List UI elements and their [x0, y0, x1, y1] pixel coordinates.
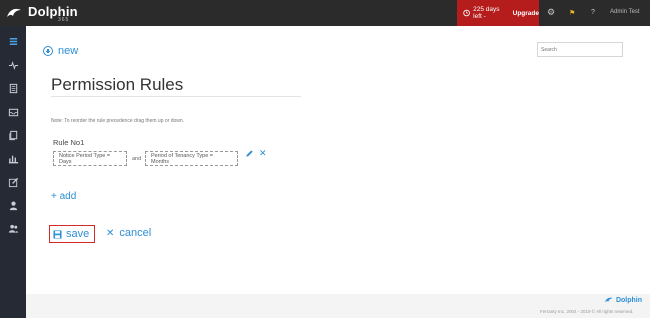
footer-logo-text: Dolphin [615, 296, 643, 304]
footer-logo: Dolphin [604, 296, 642, 304]
new-button[interactable]: new [43, 45, 78, 57]
users-icon [8, 224, 18, 233]
floppy-disk-icon [53, 229, 62, 239]
rule-condition-2[interactable]: Period of Tenancy Type = Months [145, 151, 238, 166]
sidebar-item-copy[interactable] [0, 127, 26, 143]
page-title: Permission Rules [51, 75, 184, 94]
delete-rule-icon[interactable]: ✕ [259, 149, 267, 158]
save-button[interactable]: save [49, 225, 95, 243]
rule-and-label: and [132, 156, 142, 162]
sidebar [0, 26, 26, 318]
reorder-note: Note: To reorder the rule precedence dra… [51, 118, 185, 124]
sidebar-item-reports[interactable] [0, 150, 26, 166]
footer-copyright: Ferranty Inc. 2004 - 2019 © All rights r… [540, 309, 634, 314]
sidebar-item-user[interactable] [0, 197, 26, 213]
add-rule-button[interactable]: + add [51, 191, 76, 202]
sidebar-item-activity[interactable] [0, 57, 26, 73]
save-button-label: save [66, 228, 90, 240]
logo-text: Dolphin [28, 4, 78, 19]
bar-chart-icon [8, 155, 18, 163]
pulse-icon [8, 60, 18, 70]
sidebar-item-edit[interactable] [0, 174, 26, 190]
user-icon [9, 201, 17, 210]
cancel-button[interactable]: ✕ cancel [106, 227, 151, 239]
search-input[interactable] [537, 42, 623, 57]
sidebar-item-documents[interactable] [0, 80, 26, 96]
app-logo[interactable]: Dolphin 365 [6, 3, 78, 23]
copy-icon [8, 130, 17, 140]
edit-icon [8, 177, 18, 187]
sidebar-item-inbox[interactable] [0, 104, 26, 120]
trial-banner[interactable]: 225 days left - Upgrade [457, 0, 539, 26]
flag-icon[interactable]: ⚑ [569, 9, 575, 17]
new-button-label: new [58, 45, 79, 57]
admin-user-menu[interactable]: Admin Test [610, 9, 640, 15]
clock-icon [463, 9, 470, 17]
menu-icon [9, 37, 17, 45]
logo-subtext: 365 [58, 17, 70, 23]
sidebar-item-menu[interactable] [0, 33, 26, 49]
dolphin-logo-icon [605, 297, 613, 303]
cancel-button-label: cancel [119, 227, 152, 239]
trial-text: 225 days left - [473, 6, 500, 20]
pencil-icon[interactable] [245, 149, 254, 158]
sidebar-item-users[interactable] [0, 220, 26, 236]
title-divider [51, 96, 301, 97]
inbox-icon [8, 108, 18, 116]
document-icon [9, 83, 17, 93]
close-icon: ✕ [106, 227, 115, 239]
dolphin-logo-icon [7, 8, 21, 17]
main-content: new Permission Rules Note: To reorder th… [26, 26, 650, 294]
top-bar: Dolphin 365 225 days left - Upgrade ⚙ ⚑ … [0, 0, 650, 26]
help-icon[interactable]: ? [591, 9, 595, 16]
rule-label: Rule No1 [53, 138, 85, 147]
upgrade-link[interactable]: Upgrade [513, 10, 539, 17]
footer: Dolphin Ferranty Inc. 2004 - 2019 © All … [26, 294, 650, 318]
gear-icon[interactable]: ⚙ [547, 7, 555, 18]
rule-condition-1[interactable]: Notice Period Type = Days [53, 151, 127, 166]
plus-circle-icon [43, 46, 53, 56]
